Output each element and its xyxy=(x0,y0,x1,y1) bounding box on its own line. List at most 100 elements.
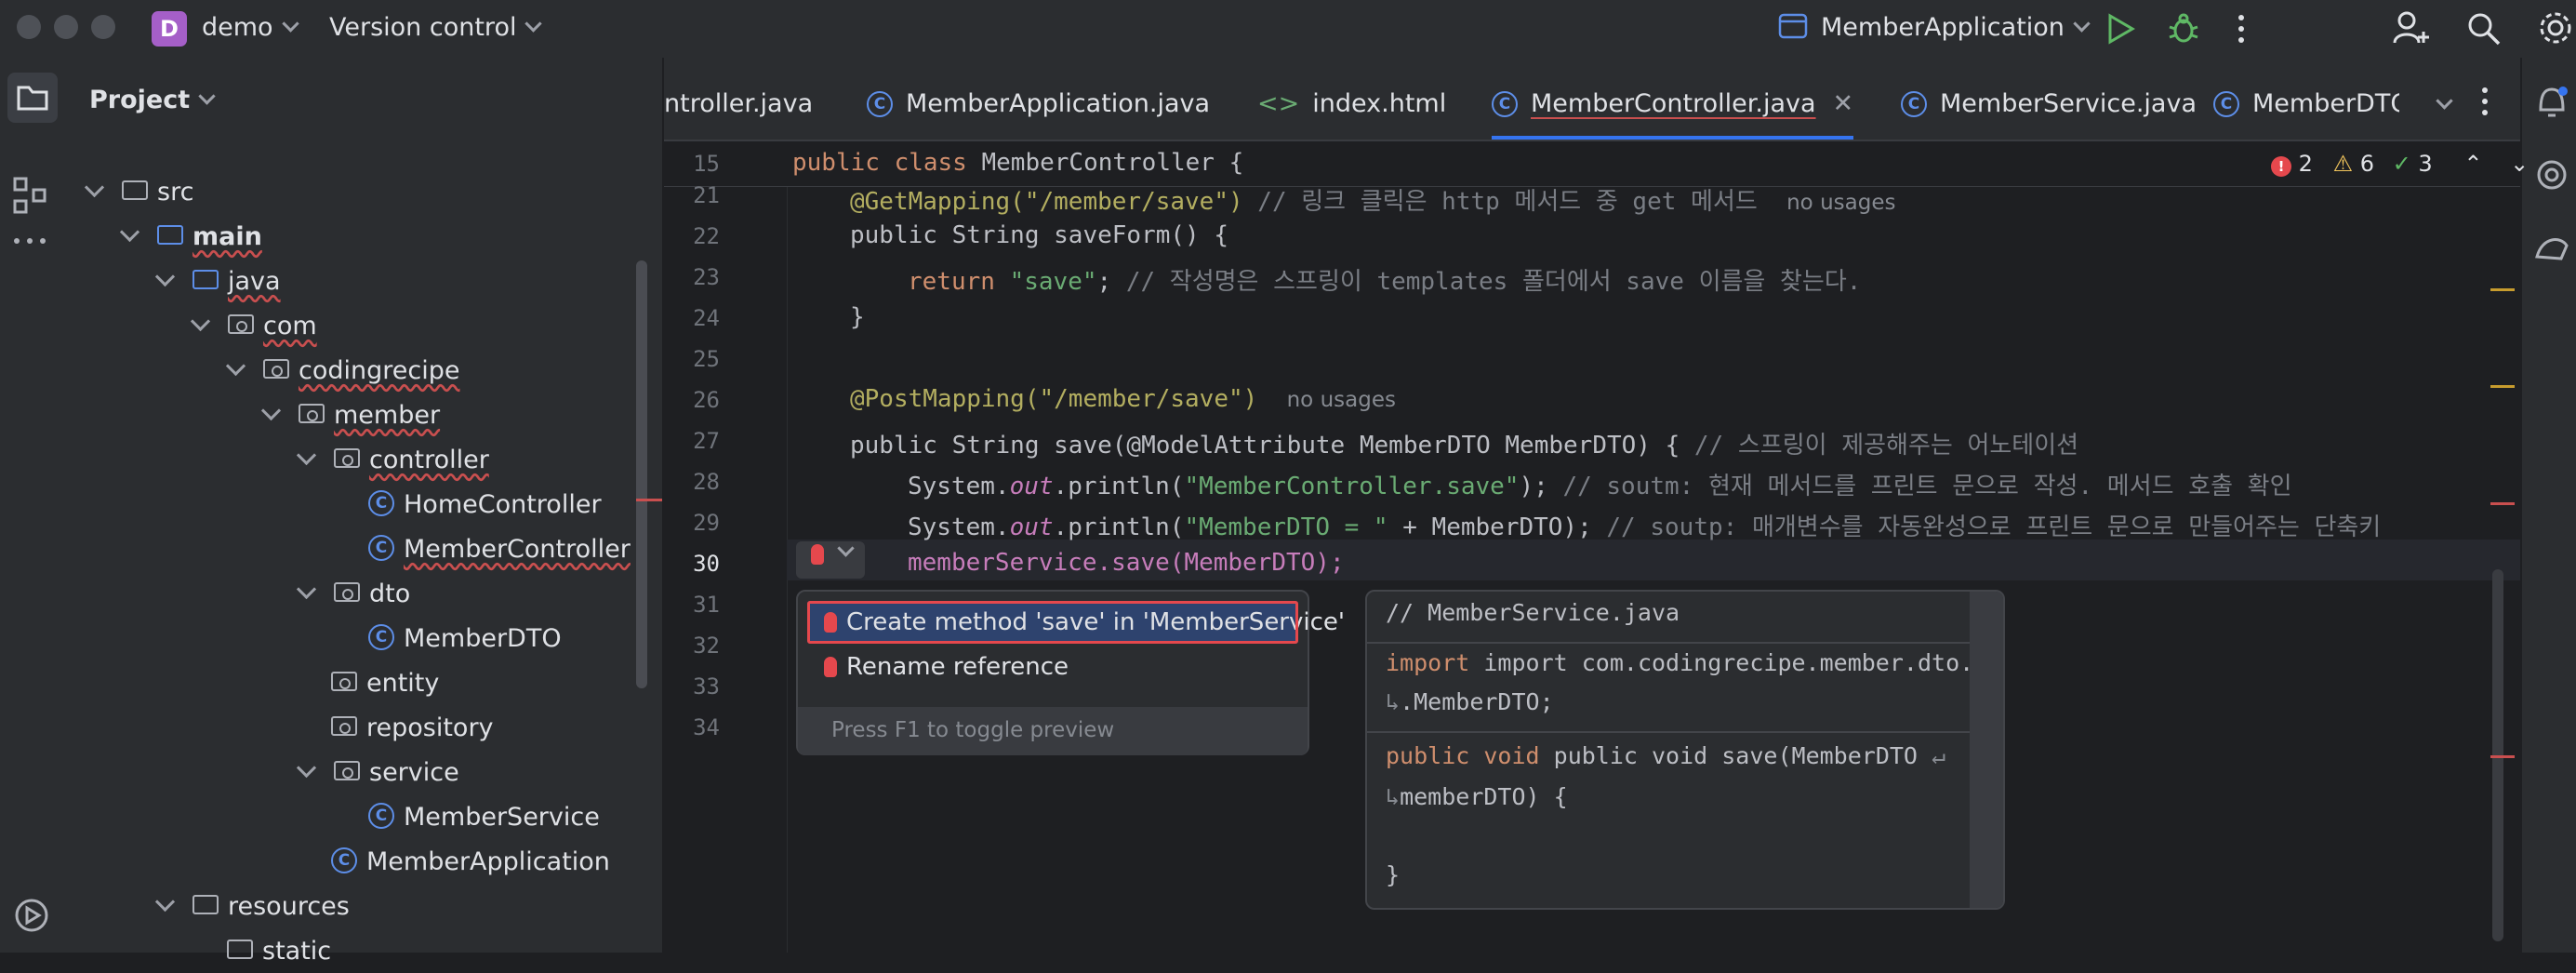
tree-item-src[interactable]: src xyxy=(84,171,193,214)
tree-item-java[interactable]: java xyxy=(154,260,281,303)
project-switcher[interactable]: demo xyxy=(202,13,299,42)
tree-item-static[interactable]: static xyxy=(227,930,331,973)
class-icon: C xyxy=(368,802,394,829)
vcs-menu[interactable]: Version control xyxy=(329,13,543,42)
tree-item-com[interactable]: com xyxy=(190,305,317,348)
structure-icon[interactable] xyxy=(11,175,52,216)
tree-item-entity[interactable]: entity xyxy=(331,662,439,705)
source-root-folder-icon xyxy=(157,225,183,245)
folder-icon xyxy=(17,86,48,111)
database-icon[interactable] xyxy=(2533,231,2570,264)
class-icon: C xyxy=(1901,91,1927,117)
notifications-bell-icon[interactable] xyxy=(2533,84,2570,121)
expand-arrow-icon xyxy=(154,266,176,287)
ai-assistant-icon[interactable] xyxy=(2535,158,2569,192)
package-icon xyxy=(334,582,360,602)
tree-item-homecontroller[interactable]: C HomeController xyxy=(368,484,602,526)
code-line-30: memberService.save(MemberDTO); xyxy=(908,549,1345,577)
run-config-selector[interactable]: MemberApplication xyxy=(1778,13,2091,42)
code-line-22: public String saveForm() { xyxy=(850,221,1228,249)
expand-arrow-icon xyxy=(296,757,317,779)
tree-item-member[interactable]: member xyxy=(260,394,440,437)
tab-memberdto[interactable]: C MemberDTO xyxy=(2213,58,2399,140)
more-tools-icon[interactable] xyxy=(11,234,52,247)
error-bulb-icon xyxy=(824,612,837,633)
add-user-icon[interactable] xyxy=(2392,9,2429,47)
expand-arrow-icon xyxy=(190,311,211,332)
project-name: demo xyxy=(202,13,273,42)
tree-item-memberapplication[interactable]: C MemberApplication xyxy=(331,841,610,884)
chevron-down-icon xyxy=(524,15,543,33)
html-file-icon: <> xyxy=(1257,89,1300,118)
divider xyxy=(1367,731,1970,733)
app-window-icon xyxy=(1778,13,1808,38)
error-bulb-icon xyxy=(824,657,837,677)
next-highlight-icon[interactable]: ⌄ xyxy=(2510,151,2529,177)
more-actions-icon[interactable] xyxy=(2236,13,2247,45)
package-icon xyxy=(334,761,360,780)
warning-stripe-marker xyxy=(2490,385,2515,388)
expand-arrow-icon xyxy=(260,400,282,421)
code-line-24: } xyxy=(850,303,865,331)
sticky-code: public class MemberController { xyxy=(792,149,1244,177)
tab-index-html[interactable]: <> index.html xyxy=(1257,58,1446,140)
tree-item-service[interactable]: service xyxy=(296,752,459,794)
inspection-widget[interactable]: ! 2 ⚠ 6 ✓ 3 ⌃ ⌄ xyxy=(2271,151,2529,177)
warning-stripe-marker xyxy=(2490,288,2515,291)
folder-icon xyxy=(122,180,148,200)
project-tool-button[interactable] xyxy=(7,73,58,123)
tree-item-codingrecipe[interactable]: codingrecipe xyxy=(225,350,459,393)
sticky-line-header[interactable]: 15 public class MemberController { xyxy=(664,141,2520,187)
project-panel-header[interactable]: Project xyxy=(89,86,216,114)
editor-gutter xyxy=(664,141,788,953)
project-panel-scrollbar[interactable] xyxy=(636,260,647,688)
tab-actions-icon[interactable] xyxy=(2479,86,2490,117)
rename-reference-action[interactable]: Rename reference xyxy=(807,646,1298,688)
intention-preview-popup: // MemberService.java import import com.… xyxy=(1365,590,2005,910)
class-icon: C xyxy=(368,623,394,650)
tree-item-dto[interactable]: dto xyxy=(296,573,410,616)
package-icon xyxy=(331,672,357,691)
create-method-action[interactable]: Create method 'save' in 'MemberService' xyxy=(807,601,1345,644)
preview-method-cont: ↳memberDTO) { xyxy=(1386,783,1568,810)
tree-item-resources[interactable]: resources xyxy=(154,886,350,928)
tree-item-repository[interactable]: repository xyxy=(331,707,494,750)
chevron-down-icon xyxy=(2073,15,2091,33)
tree-item-main[interactable]: main xyxy=(119,216,262,259)
preview-import-cont: ↳.MemberDTO; xyxy=(1386,688,1554,715)
services-icon[interactable] xyxy=(11,895,52,936)
popup-footer: Press F1 to toggle preview xyxy=(798,707,1308,755)
code-line-26: @PostMapping("/member/save") no usages xyxy=(850,385,1396,413)
code-line-27: public String save(@ModelAttribute Membe… xyxy=(850,432,2079,460)
intention-bulb-button[interactable] xyxy=(796,540,865,579)
settings-gear-icon[interactable] xyxy=(2537,9,2574,47)
chevron-down-icon xyxy=(198,87,216,105)
run-icon[interactable] xyxy=(2105,13,2135,45)
tab-memberservice[interactable]: C MemberService.java xyxy=(1901,58,2197,140)
tree-item-membercontroller[interactable]: C MemberController xyxy=(368,528,631,571)
tabs-overflow-chevron-icon[interactable] xyxy=(2436,92,2453,110)
debug-icon[interactable] xyxy=(2167,11,2200,45)
close-tab-icon[interactable]: ✕ xyxy=(1833,89,1854,118)
window-close-button[interactable] xyxy=(17,15,41,39)
tree-item-controller[interactable]: controller xyxy=(296,439,489,482)
search-icon[interactable] xyxy=(2466,11,2502,47)
preview-scrollbar[interactable] xyxy=(1970,592,2003,908)
error-marker xyxy=(636,499,662,501)
project-panel-title: Project xyxy=(89,86,191,114)
tab-membercontroller[interactable]: C MemberController.java ✕ xyxy=(1492,58,1854,140)
project-panel: Project src main java com codingrecipe m… xyxy=(67,58,664,966)
expand-arrow-icon xyxy=(119,221,140,243)
class-icon: C xyxy=(368,534,394,561)
tree-item-memberdto[interactable]: C MemberDTO xyxy=(368,618,562,660)
window-minimize-button[interactable] xyxy=(54,15,78,39)
previous-highlight-icon[interactable]: ⌃ xyxy=(2463,151,2482,177)
window-zoom-button[interactable] xyxy=(91,15,115,39)
tab-membercontroller-truncated[interactable]: ntroller.java xyxy=(664,58,813,140)
tab-memberapplication[interactable]: C MemberApplication.java xyxy=(867,58,1210,140)
preview-import-line: import import com.codingrecipe.member.dt… xyxy=(1386,649,1987,676)
preview-closing-brace: } xyxy=(1386,861,1401,888)
expand-arrow-icon xyxy=(296,579,317,600)
chevron-down-icon xyxy=(837,540,855,557)
tree-item-memberservice[interactable]: C MemberService xyxy=(368,796,600,839)
